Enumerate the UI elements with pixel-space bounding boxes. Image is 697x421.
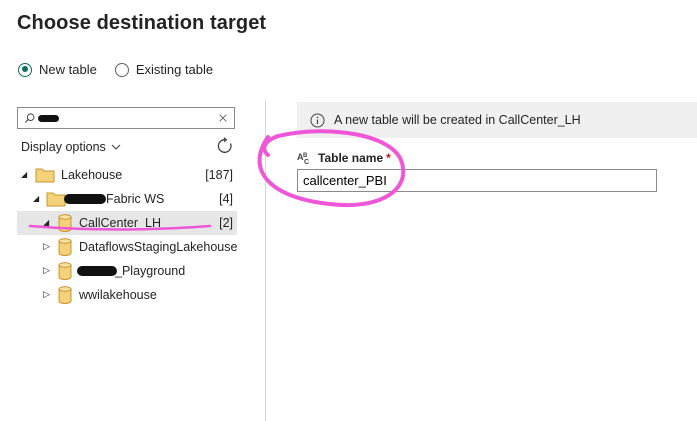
item-count: [2] xyxy=(219,216,233,230)
tree-item-label: Lakehouse xyxy=(61,168,123,182)
tree-item-playground[interactable]: ▷ _Playground xyxy=(17,259,237,283)
lakehouse-icon xyxy=(58,238,72,256)
redacted-playground-prefix xyxy=(77,266,117,276)
tree-item-workspace[interactable]: ◢ Fabric WS [4] xyxy=(17,187,237,211)
tree-item-lakehouse[interactable]: ◢ Lakehouse [187] xyxy=(17,163,237,187)
search-icon xyxy=(24,113,35,123)
item-count: [4] xyxy=(219,192,233,206)
radio-checked-icon xyxy=(18,62,32,77)
search-input[interactable] xyxy=(59,110,219,126)
svg-text:C: C xyxy=(304,159,309,165)
folder-icon xyxy=(46,192,66,207)
tree-item-callcenter-lh[interactable]: ◢ CallCenter_LH [2] xyxy=(17,211,237,235)
existing-table-radio[interactable]: Existing table xyxy=(114,62,214,77)
panel-divider xyxy=(265,100,266,421)
expand-arrow-icon[interactable]: ◢ xyxy=(33,194,39,203)
display-options-label: Display options xyxy=(21,140,106,154)
redacted-search-text xyxy=(37,114,60,122)
new-table-label: New table xyxy=(39,62,97,77)
dialog-title: Choose destination target xyxy=(17,12,267,34)
expand-arrow-icon[interactable]: ◢ xyxy=(43,218,49,227)
tree-item-label: DataflowsStagingLakehouse xyxy=(79,240,238,254)
item-count: [187] xyxy=(205,168,233,182)
table-name-label-text: Table name xyxy=(318,151,384,165)
tree-item-label: wwilakehouse xyxy=(79,288,157,302)
tree-item-label: CallCenter_LH xyxy=(79,216,161,230)
search-box[interactable] xyxy=(17,107,235,129)
tree-item-dataflows-staging[interactable]: ▷ DataflowsStagingLakehouse xyxy=(17,235,237,259)
tree-item-wwilakehouse[interactable]: ▷ wwilakehouse xyxy=(17,283,237,307)
existing-table-label: Existing table xyxy=(135,62,214,77)
expand-arrow-icon[interactable]: ▷ xyxy=(43,265,50,276)
expand-arrow-icon[interactable]: ▷ xyxy=(43,241,50,252)
lakehouse-icon xyxy=(58,262,72,280)
chevron-down-icon xyxy=(111,144,121,150)
lakehouse-icon xyxy=(58,214,72,232)
lakehouse-icon xyxy=(58,286,72,304)
destination-type-radio-group: New table Existing table xyxy=(18,62,231,77)
display-options-dropdown[interactable]: Display options xyxy=(21,140,121,154)
folder-icon xyxy=(35,168,55,183)
expand-arrow-icon[interactable]: ▷ xyxy=(43,289,50,300)
refresh-icon[interactable] xyxy=(216,137,234,155)
redacted-workspace-name xyxy=(64,194,106,204)
info-icon xyxy=(310,113,325,127)
tree-item-label: Fabric WS xyxy=(106,192,165,206)
new-table-radio[interactable]: New table xyxy=(18,62,97,77)
radio-unchecked-icon xyxy=(114,62,129,77)
table-name-input[interactable] xyxy=(297,169,657,192)
lakehouse-tree: ◢ Lakehouse [187] ◢ Fabric WS [4] ◢ Call… xyxy=(17,163,237,307)
text-type-icon: A B C xyxy=(297,152,309,165)
expand-arrow-icon[interactable]: ◢ xyxy=(21,170,27,179)
info-message-bar: A new table will be created in CallCente… xyxy=(297,102,697,138)
table-name-label: A B C Table name * xyxy=(297,151,391,165)
clear-icon[interactable] xyxy=(218,112,228,124)
tree-item-label: _Playground xyxy=(115,264,186,278)
required-asterisk: * xyxy=(386,151,391,165)
info-message-text: A new table will be created in CallCente… xyxy=(334,113,581,127)
